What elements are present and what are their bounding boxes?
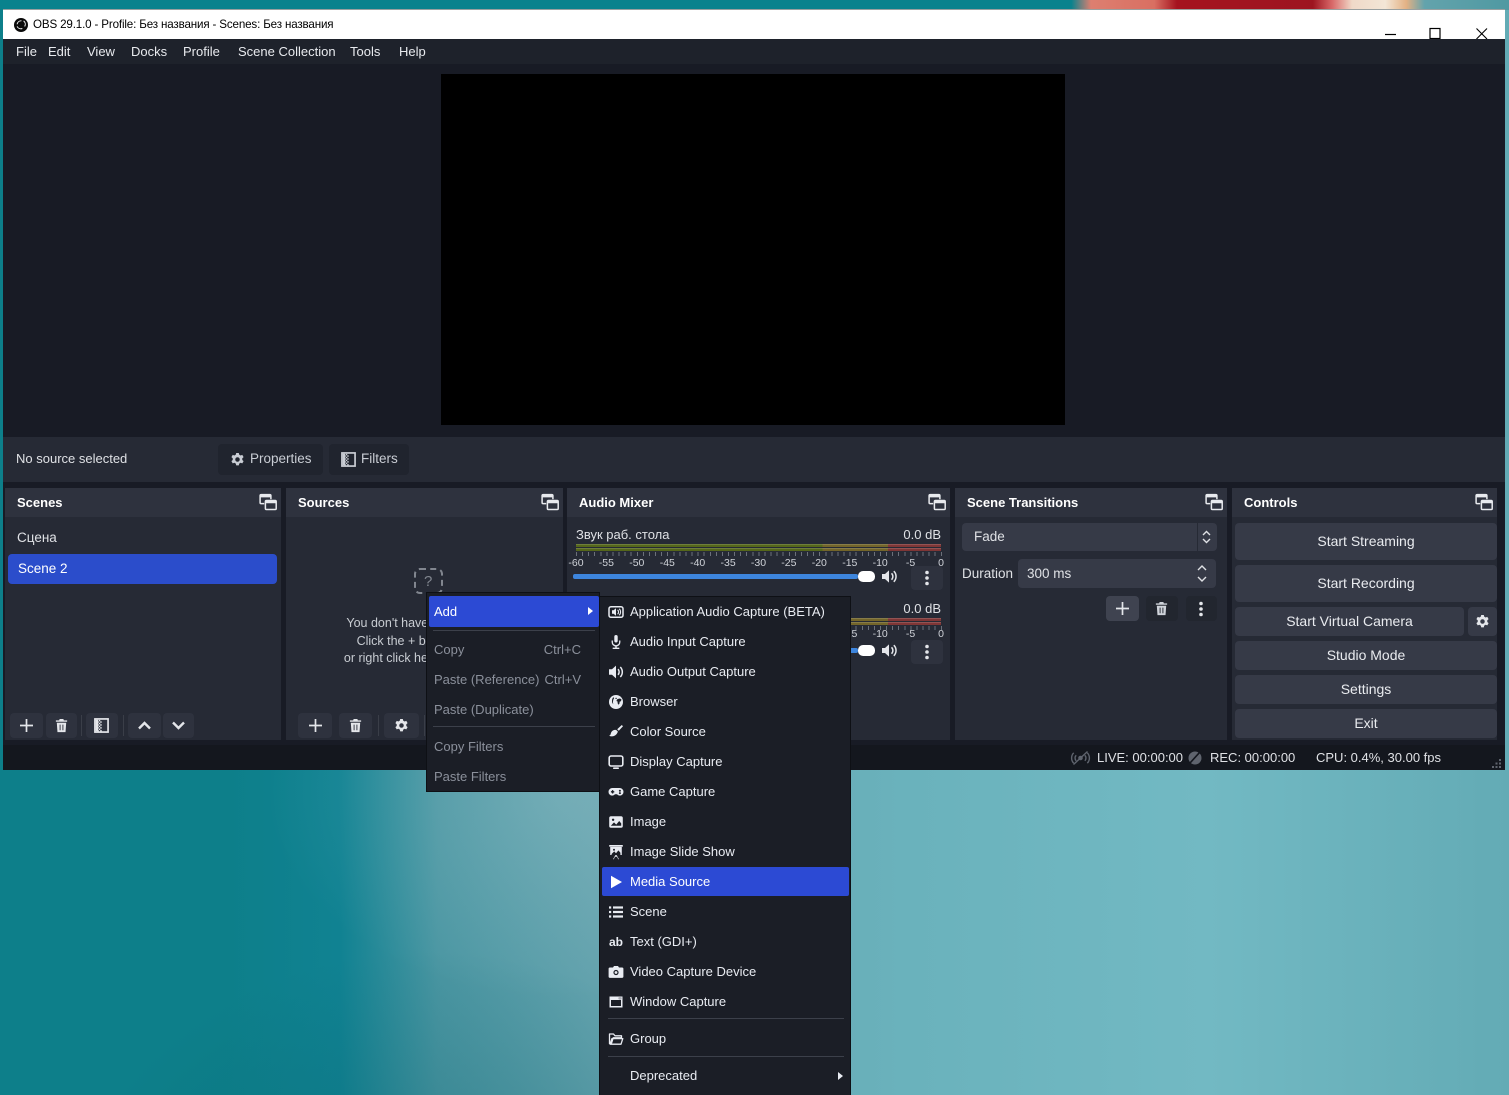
- svg-text:ab: ab: [609, 935, 623, 949]
